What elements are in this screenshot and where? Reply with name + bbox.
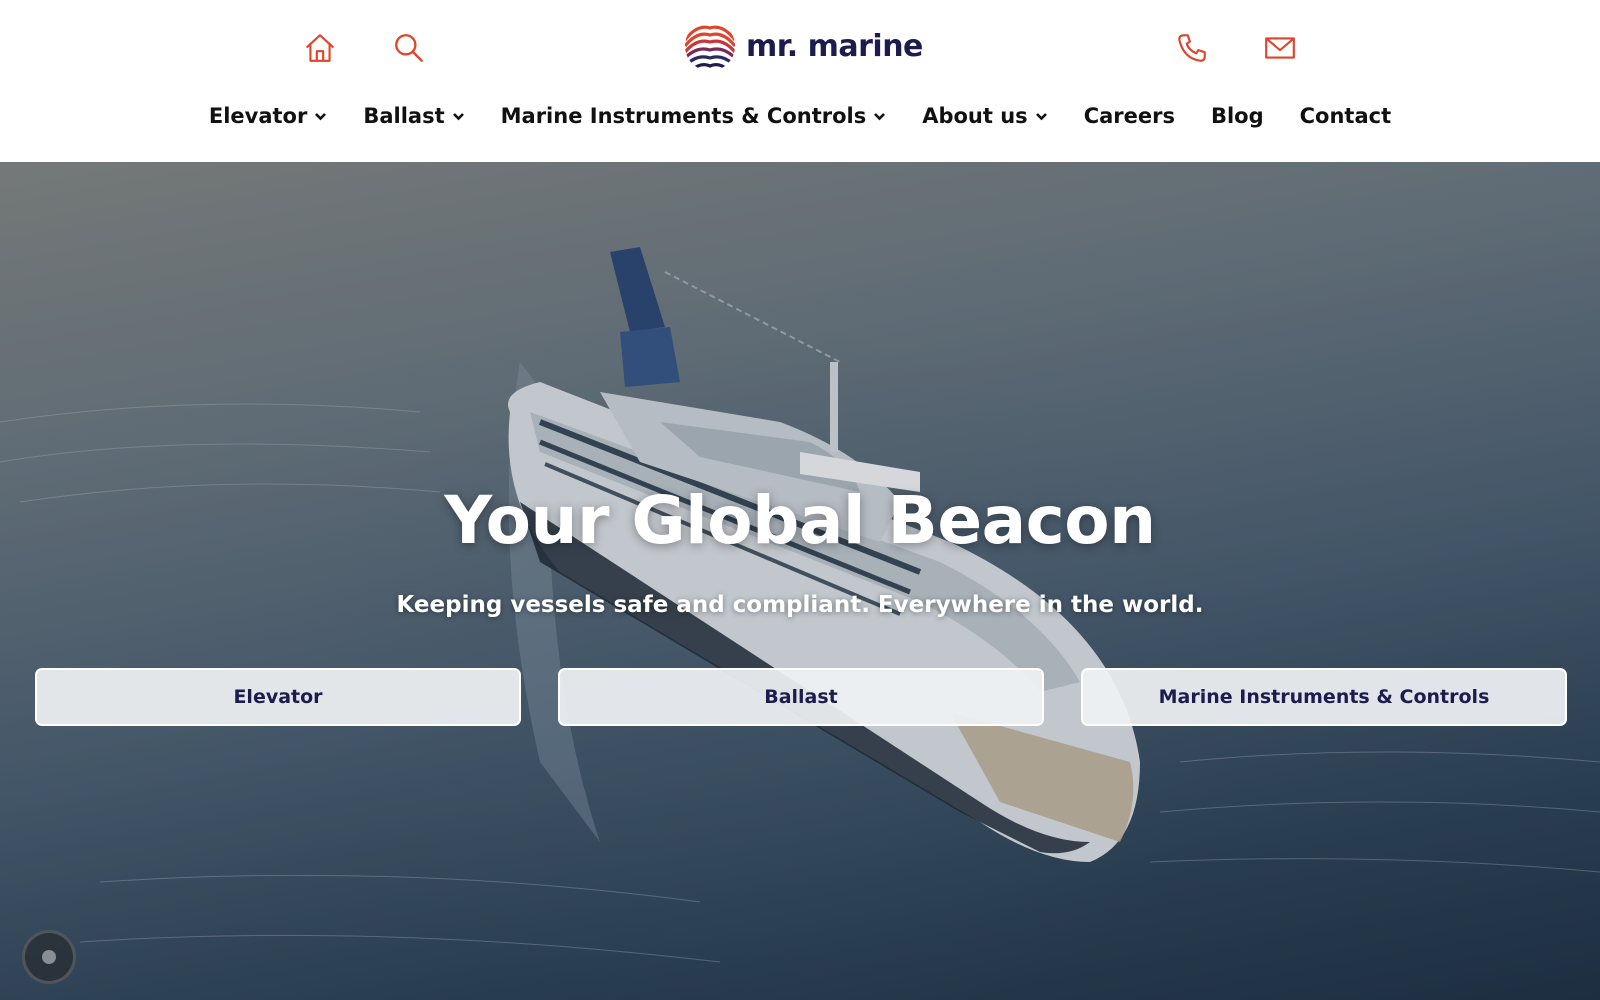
hero-dim-overlay — [0, 162, 1600, 1000]
nav-item-ballast[interactable]: Ballast — [345, 96, 482, 136]
main-nav: Elevator Ballast Marine Instruments & Co… — [0, 96, 1600, 136]
nav-item-label: Elevator — [208, 104, 308, 128]
chevron-down-icon — [315, 112, 327, 120]
nav-item-label: Contact — [1299, 104, 1392, 128]
hero-title: Your Global Beacon — [444, 482, 1156, 559]
site-logo[interactable]: mr. marine — [684, 20, 923, 72]
mail-icon[interactable] — [1260, 28, 1300, 68]
nav-item-contact[interactable]: Contact — [1282, 96, 1410, 136]
logo-mark-icon — [685, 25, 735, 71]
chat-icon[interactable] — [22, 930, 76, 984]
hero-subtitle: Keeping vessels safe and compliant. Ever… — [396, 592, 1204, 618]
phone-icon[interactable] — [1172, 28, 1212, 68]
marine-instruments-button[interactable]: Marine Instruments & Controls — [1081, 668, 1567, 726]
nav-item-label: Blog — [1210, 104, 1264, 128]
logo-text: mr. marine — [746, 28, 923, 64]
nav-item-label: About us — [922, 104, 1028, 128]
chevron-down-icon — [1035, 112, 1047, 120]
nav-item-about-us[interactable]: About us — [904, 96, 1065, 136]
chevron-down-icon — [874, 112, 886, 120]
home-icon[interactable] — [300, 28, 340, 68]
nav-item-label: Marine Instruments & Controls — [500, 104, 867, 128]
nav-item-careers[interactable]: Careers — [1066, 96, 1193, 136]
nav-item-marine-instruments[interactable]: Marine Instruments & Controls — [483, 96, 905, 136]
hero-section: Your Global Beacon Keeping vessels safe … — [0, 162, 1600, 1000]
chevron-down-icon — [452, 112, 464, 120]
ballast-button[interactable]: Ballast — [558, 668, 1044, 726]
nav-item-blog[interactable]: Blog — [1193, 96, 1282, 136]
site-header: mr. marine Elevator Ballast Marine Instr… — [0, 0, 1600, 162]
nav-item-elevator[interactable]: Elevator — [191, 96, 345, 136]
search-icon[interactable] — [389, 28, 429, 68]
elevator-button[interactable]: Elevator — [35, 668, 521, 726]
nav-item-label: Ballast — [363, 104, 445, 128]
nav-item-label: Careers — [1083, 104, 1175, 128]
